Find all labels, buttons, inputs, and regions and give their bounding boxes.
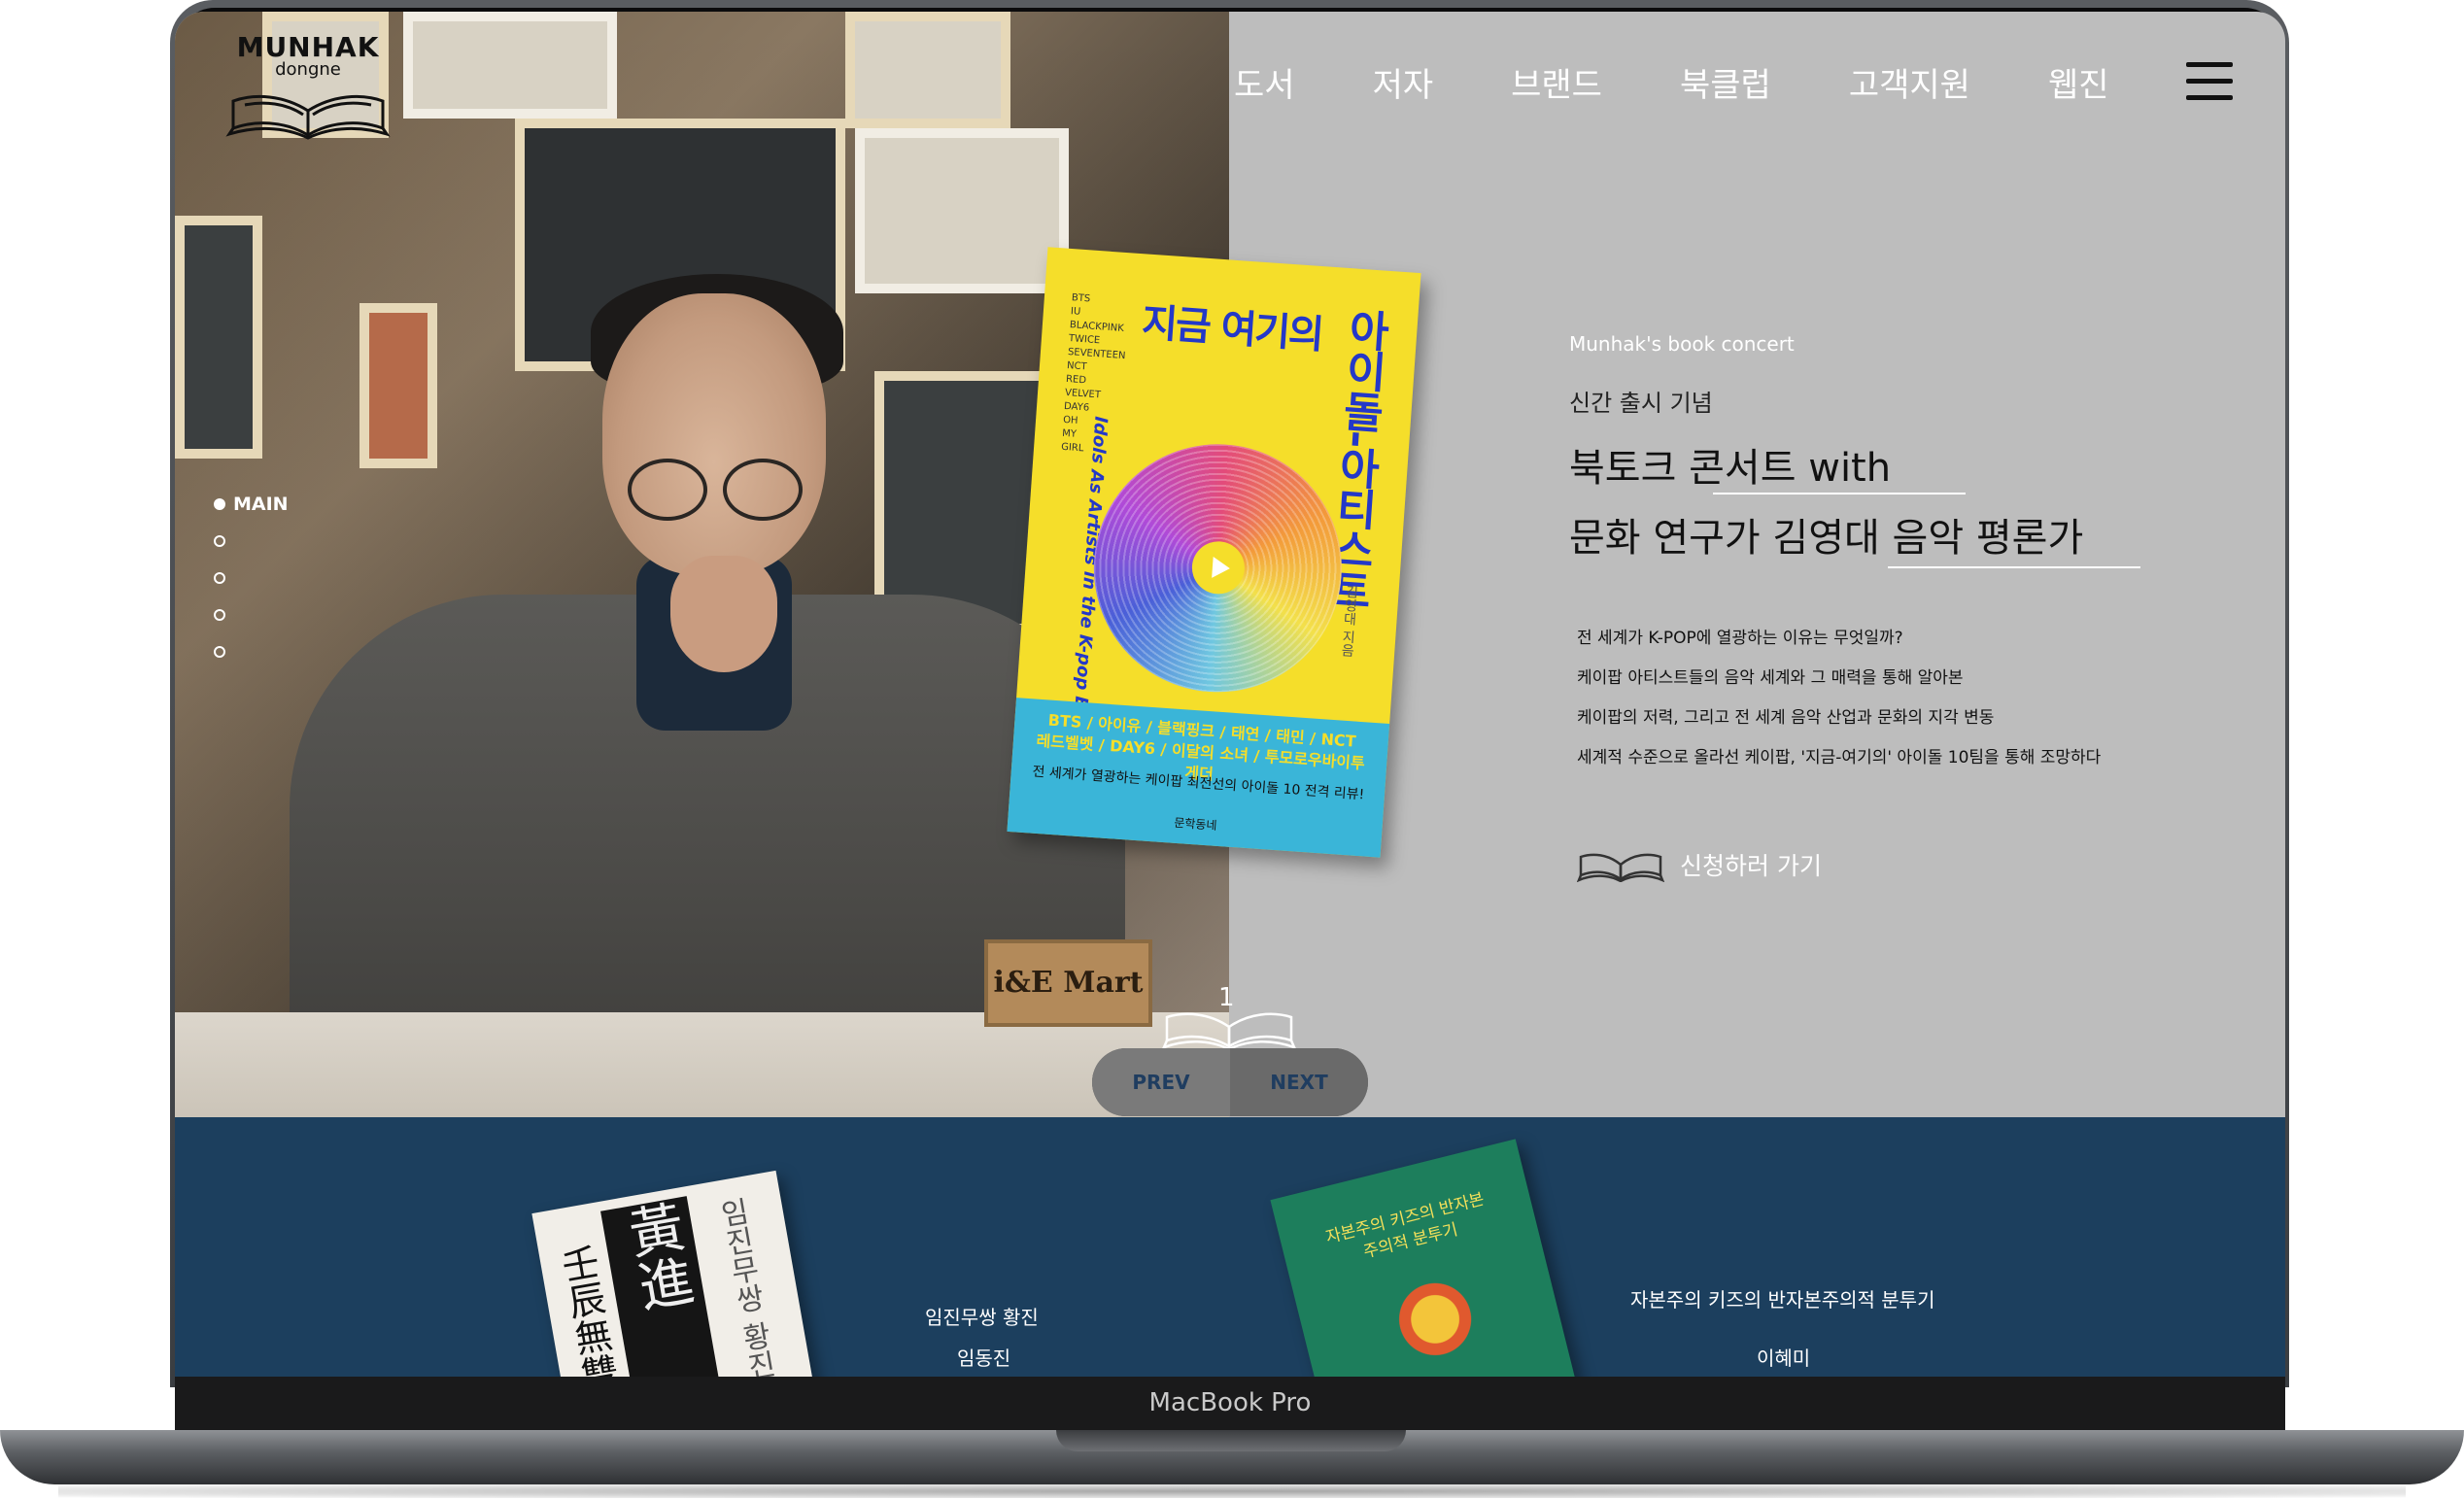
book-cover-illustration [1374,1268,1501,1377]
wall-frame [359,303,437,468]
book-author: 김영대 지음 [1338,584,1359,658]
book-cover-1[interactable]: 壬辰無雙 임진무쌍 황진 黃進 [531,1170,820,1377]
event-title-line2: 문화 연구가 김영대 음악 평론가 [1569,516,2084,561]
side-nav: MAIN [214,486,289,670]
event-underline [1888,566,2140,568]
event-underline [1713,493,1966,494]
nav-item-support[interactable]: 고객지원 [1849,58,1970,106]
prev-button[interactable]: PREV [1092,1048,1230,1116]
apply-button[interactable]: 신청하러 가기 [1577,847,1822,882]
wall-frame [855,128,1069,293]
open-book-icon [1577,853,1664,882]
side-nav-dot[interactable] [214,646,225,658]
event-title-line1: 북토크 콘서트 with [1569,446,1892,491]
book-cover-side-title: 임진무쌍 황진 [712,1195,778,1377]
next-button[interactable]: NEXT [1230,1048,1368,1116]
site-logo[interactable]: MUNHAK dongne [225,31,391,140]
event-tag: 신간 출시 기념 [1569,390,1713,417]
event-desc-line: 세계적 수준으로 올라선 케이팝, '지금-여기의' 아이돌 10팀을 통해 조… [1577,748,2102,767]
nav-item-brand[interactable]: 브랜드 [1511,58,1602,106]
featured-book-cover[interactable]: BTS IU BLACKPINK TWICE SEVENTEEN NCT RED… [1007,247,1421,858]
nav-item-authors[interactable]: 저자 [1373,58,1434,106]
open-book-icon [225,94,391,140]
event-label-en: Munhak's book concert [1569,332,1795,356]
desk [175,1012,1229,1117]
new-books-band: 壬辰無雙 임진무쌍 황진 黃進 임진무쌍 황진 임동진 자본주의 키즈의 반자본… [175,1117,2285,1377]
side-nav-dot-active[interactable] [214,498,225,510]
book-cover-2[interactable]: 자본주의 키즈의 반자본주의적 분투기 [1270,1139,1577,1377]
book-title-horizontal: 지금 여기의 [1140,300,1324,358]
side-nav-dot[interactable] [214,535,225,547]
side-nav-label: MAIN [233,494,289,515]
nav-item-bookclub[interactable]: 북클럽 [1680,58,1771,106]
nav-item-webzine[interactable]: 웹진 [2048,58,2109,106]
side-nav-dot[interactable] [214,609,225,621]
glasses [723,459,803,521]
person-hand [670,556,777,672]
book-1-title[interactable]: 임진무쌍 황진 [925,1302,1039,1330]
apply-label: 신청하러 가기 [1680,852,1822,880]
event-desc-line: 케이팝의 저력, 그리고 전 세계 음악 산업과 문화의 지각 변동 [1577,708,1995,728]
glasses [628,459,707,521]
event-desc-line: 전 세계가 K-POP에 열광하는 이유는 무엇일까? [1577,629,1903,648]
nav-item-books[interactable]: 도서 [1234,58,1295,106]
hamburger-menu-icon[interactable] [2186,62,2233,105]
wall-frame [175,216,262,459]
wall-frame [845,12,1010,128]
wall-frame [403,12,617,119]
book-2-title[interactable]: 자본주의 키즈의 반자본주의적 분투기 [1630,1284,1934,1312]
slide-pager: PREV NEXT [1092,1048,1368,1116]
book-1-author: 임동진 [957,1347,1011,1370]
event-desc-line: 케이팝 아티스트들의 음악 세계와 그 매력을 통해 알아본 [1577,668,1964,688]
person-head [602,293,826,575]
book-2-author: 이혜미 [1757,1347,1811,1370]
side-nav-dot[interactable] [214,572,225,584]
open-book-icon [1161,1012,1297,1050]
event-description: 전 세계가 K-POP에 열광하는 이유는 무엇일까? 케이팝 아티스트들의 음… [1577,624,2101,783]
laptop-shadow [58,1484,2406,1498]
crate-label: i&E Mart [984,939,1152,1027]
top-nav: 도서 저자 브랜드 북클럽 고객지원 웹진 [1234,58,2187,106]
side-nav-item-main[interactable]: MAIN [214,486,289,523]
book-band: BTS / 아이유 / 블랙핑크 / 태연 / 태민 / NCT 레드벨벳 / … [1007,698,1390,858]
device-label: MacBook Pro [175,1377,2285,1430]
website-screen: i&E Mart MUNHAK dongne MAIN 도서 저자 브랜드 북클… [175,12,2285,1377]
book-cover-title: 자본주의 키즈의 반자본주의적 분투기 [1323,1189,1487,1263]
laptop-notch [1056,1430,1406,1451]
